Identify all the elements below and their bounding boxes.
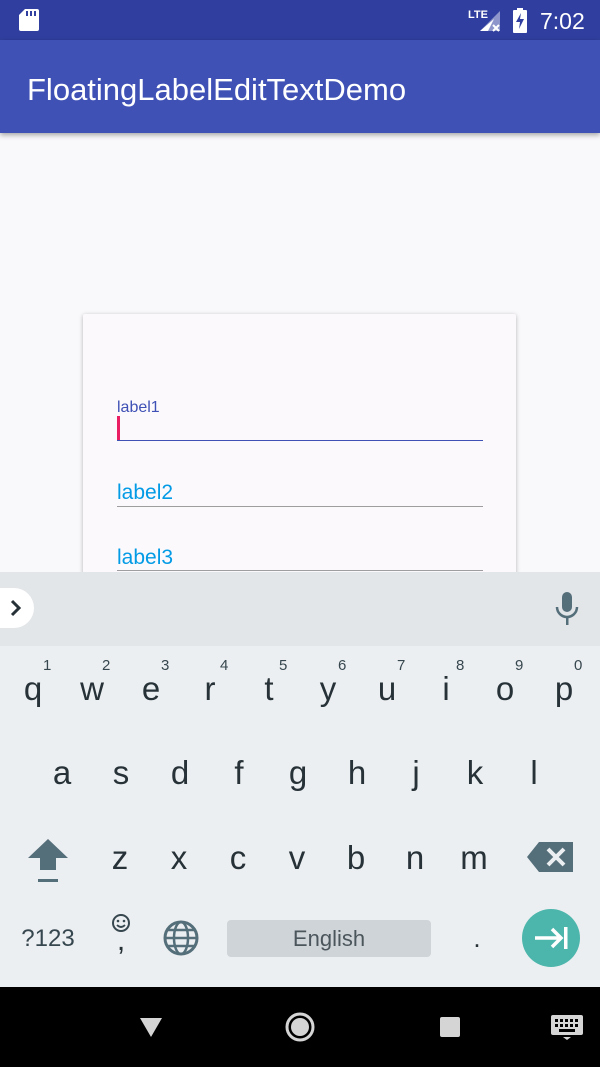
key-l[interactable]: l	[504, 735, 564, 815]
key-hint: 6	[338, 657, 347, 674]
key-label: e	[141, 670, 161, 707]
key-label: u	[377, 670, 397, 707]
lte-signal-icon: LTE	[468, 9, 500, 32]
emoji-comma-key[interactable]: ,	[106, 912, 136, 962]
key-hint: 5	[279, 657, 288, 674]
key-d[interactable]: d	[150, 735, 210, 815]
key-y[interactable]: y6	[298, 651, 358, 731]
period-key[interactable]: .	[462, 918, 492, 958]
tab-next-icon	[535, 927, 568, 949]
key-label: j	[412, 754, 420, 791]
field-underline-2[interactable]	[117, 506, 483, 507]
field-label-1[interactable]: label1	[117, 398, 160, 418]
key-n[interactable]: n	[385, 820, 445, 900]
field-underline-3[interactable]	[117, 570, 483, 571]
key-h[interactable]: h	[327, 735, 387, 815]
key-z[interactable]: z	[90, 820, 150, 900]
key-x[interactable]: x	[149, 820, 209, 900]
key-label: b	[346, 839, 366, 876]
key-label: i	[442, 670, 450, 707]
home-icon[interactable]	[284, 1011, 316, 1043]
key-q[interactable]: q1	[3, 651, 63, 731]
key-w[interactable]: w2	[62, 651, 122, 731]
key-label: z	[111, 839, 129, 876]
key-label: c	[229, 839, 247, 876]
key-hint: 1	[43, 657, 52, 674]
key-g[interactable]: g	[268, 735, 328, 815]
key-i[interactable]: i8	[416, 651, 476, 731]
key-c[interactable]: c	[208, 820, 268, 900]
expand-toolbar-button[interactable]	[0, 588, 34, 628]
back-icon[interactable]	[139, 1016, 163, 1038]
key-u[interactable]: u7	[357, 651, 417, 731]
space-key[interactable]: English	[227, 920, 431, 957]
key-label: h	[347, 754, 367, 791]
suggestion-strip	[0, 572, 600, 646]
recents-icon[interactable]	[440, 1017, 460, 1037]
key-label: o	[495, 670, 515, 707]
symbols-key[interactable]: ?123	[15, 922, 81, 956]
key-label: g	[288, 754, 308, 791]
expand-arrow-icon	[10, 599, 22, 617]
key-label: q	[23, 670, 43, 707]
field-label-2[interactable]: label2	[117, 479, 173, 507]
key-label: t	[264, 670, 274, 707]
status-bar	[0, 0, 600, 40]
key-s[interactable]: s	[91, 735, 151, 815]
key-hint: 0	[574, 657, 583, 674]
field-underline-1[interactable]	[117, 440, 483, 441]
key-m[interactable]: m	[444, 820, 504, 900]
sd-card-icon	[19, 9, 39, 31]
keyboard-switch-icon[interactable]	[550, 1014, 584, 1040]
key-label: x	[170, 839, 188, 876]
shift-icon[interactable]	[25, 836, 71, 886]
text-cursor	[117, 416, 120, 441]
key-label: d	[170, 754, 190, 791]
field-label-3[interactable]: label3	[117, 544, 173, 572]
key-p[interactable]: p0	[534, 651, 594, 731]
key-o[interactable]: o9	[475, 651, 535, 731]
key-hint: 2	[102, 657, 111, 674]
key-label: n	[405, 839, 425, 876]
key-label: m	[460, 839, 488, 876]
globe-icon[interactable]	[162, 919, 200, 957]
key-label: f	[234, 754, 244, 791]
key-hint: 7	[397, 657, 406, 674]
key-e[interactable]: e3	[121, 651, 181, 731]
backspace-icon[interactable]	[527, 840, 575, 874]
key-hint: 3	[161, 657, 170, 674]
app-title: FloatingLabelEditTextDemo	[27, 72, 407, 107]
key-label: r	[204, 670, 216, 707]
key-label: k	[466, 754, 484, 791]
next-field-key[interactable]	[522, 909, 580, 967]
key-hint: 8	[456, 657, 465, 674]
svg-text:LTE: LTE	[468, 9, 488, 21]
key-k[interactable]: k	[445, 735, 505, 815]
key-b[interactable]: b	[326, 820, 386, 900]
status-time: 7:02	[540, 8, 585, 34]
key-hint: 4	[220, 657, 229, 674]
key-f[interactable]: f	[209, 735, 269, 815]
key-label: l	[530, 754, 538, 791]
comma-label: ,	[116, 924, 126, 957]
key-v[interactable]: v	[267, 820, 327, 900]
key-hint: 9	[515, 657, 524, 674]
key-a[interactable]: a	[32, 735, 92, 815]
key-t[interactable]: t5	[239, 651, 299, 731]
key-label: s	[112, 754, 130, 791]
key-label: w	[80, 670, 104, 707]
mic-icon[interactable]	[554, 592, 580, 626]
key-label: y	[319, 670, 337, 707]
battery-charging-icon	[513, 8, 527, 33]
key-label: a	[52, 754, 72, 791]
key-label: p	[554, 670, 574, 707]
key-label: v	[288, 839, 306, 876]
key-j[interactable]: j	[386, 735, 446, 815]
key-r[interactable]: r4	[180, 651, 240, 731]
